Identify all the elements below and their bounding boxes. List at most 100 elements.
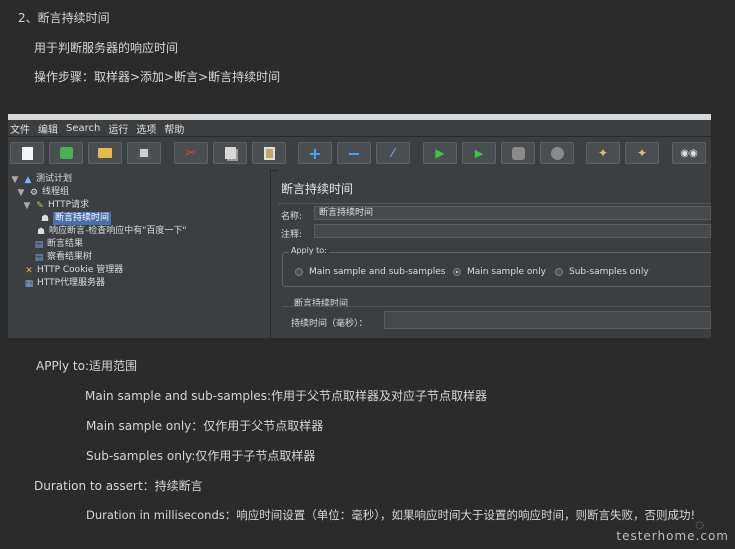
main-only-text: Main sample only：仅作用于父节点取样器 (86, 419, 324, 433)
watermark: ◌ testerhome.com (616, 520, 729, 543)
section-heading: 2、断言持续时间 (18, 11, 110, 25)
start-icon: ▶ (435, 146, 445, 160)
menu-help[interactable]: 帮助 (164, 121, 184, 136)
panel-title: 断言持续时间 (281, 182, 354, 196)
tree-item-thread-group[interactable]: ▼ ⚙ 线程组 (16, 186, 69, 199)
radio-circle-selected (453, 268, 461, 276)
comment-label: 注释: (281, 230, 303, 240)
menu-bar: 文件 编辑 Search 运行 选项 帮助 (8, 120, 711, 137)
main-and-sub-text: Main sample and sub-samples:作用于父节点取样器及对应… (85, 389, 488, 403)
expand-arrow-icon[interactable]: ▼ (16, 188, 26, 198)
paste-icon (263, 146, 275, 160)
tree-item-http-request[interactable]: ▼ ✎ HTTP请求 (22, 199, 90, 212)
tree-label: 线程组 (42, 187, 70, 197)
purpose-text: 用于判断服务器的响应时间 (34, 41, 179, 55)
tree-item-view-results-tree[interactable]: ▤ 察看结果树 (34, 251, 92, 264)
proxy-icon: ▦ (24, 278, 34, 289)
radio-main-only[interactable]: Main sample only (453, 267, 546, 277)
clear-icon: ✦ (597, 146, 609, 160)
stop-button[interactable] (501, 142, 535, 164)
tree-item-duration-assertion[interactable]: ☗ 断言持续时间 (40, 212, 112, 225)
menu-edit[interactable]: 编辑 (38, 121, 58, 136)
assertion-icon: ☗ (36, 226, 46, 237)
copy-button[interactable] (213, 142, 247, 164)
jmeter-screenshot: 文件 编辑 Search 运行 选项 帮助 ✂ + − ⁄ ▶ ▶ ✦ ✦ ◉◉… (8, 114, 711, 338)
shutdown-button[interactable] (540, 142, 574, 164)
radio-label: Main sample only (467, 267, 546, 277)
duration-to-assert-text: Duration to assert：持续断言 (34, 479, 203, 493)
new-button[interactable] (10, 142, 44, 164)
apply-to-legend: Apply to: (289, 246, 329, 255)
cut-button[interactable]: ✂ (174, 142, 208, 164)
menu-run[interactable]: 运行 (108, 121, 128, 136)
expand-arrow-icon[interactable]: ▼ (10, 175, 20, 185)
http-sampler-icon: ✎ (36, 200, 44, 211)
sub-only-text: Sub-samples only:仅作用于子节点取样器 (86, 449, 316, 463)
collapse-icon: − (347, 143, 361, 163)
tree-label: HTTP Cookie 管理器 (37, 265, 124, 275)
templates-button[interactable] (49, 142, 83, 164)
toggle-icon: ⁄ (391, 146, 394, 160)
apply-to-group: Apply to: Main sample and sub-samples Ma… (282, 246, 711, 287)
stop-icon (511, 146, 525, 160)
listener-icon: ▤ (34, 239, 44, 250)
expand-arrow-icon[interactable]: ▼ (22, 201, 32, 211)
search-button[interactable]: ◉◉ (672, 142, 706, 164)
save-icon (138, 147, 150, 159)
open-button[interactable] (88, 142, 122, 164)
cookie-manager-icon: ✕ (25, 265, 33, 276)
tree-label: 响应断言-检查响应中有"百度一下" (49, 226, 187, 236)
menu-search[interactable]: Search (66, 123, 100, 134)
test-plan-tree: ▼ ▲ 测试计划 ▼ ⚙ 线程组 ▼ ✎ HTTP请求 ☗ 断言持续时间 ☗ 响应断言-检查响应… (8, 170, 271, 338)
copy-icon (224, 147, 236, 159)
test-plan-icon: ▲ (24, 174, 32, 185)
tree-item-response-assertion[interactable]: ☗ 响应断言-检查响应中有"百度一下" (36, 225, 187, 238)
tree-item-proxy-server[interactable]: ▦ HTTP代理服务器 (24, 277, 105, 290)
name-field[interactable]: 断言持续时间 (314, 206, 711, 220)
save-button[interactable] (127, 142, 161, 164)
duration-label: 持续时间（毫秒）： (291, 319, 368, 329)
apply-to-text: APPly to:适用范围 (36, 359, 138, 373)
expand-icon: + (308, 143, 322, 163)
radio-circle (555, 268, 563, 276)
radio-sub-only[interactable]: Sub-samples only (555, 267, 649, 277)
toggle-button[interactable]: ⁄ (376, 142, 410, 164)
menu-options[interactable]: 选项 (136, 121, 156, 136)
search-icon: ◉◉ (680, 147, 698, 159)
radio-circle (295, 268, 303, 276)
comment-field[interactable] (314, 224, 711, 238)
tree-label: 断言持续时间 (53, 212, 112, 225)
tree-label: 察看结果树 (47, 252, 93, 262)
start-no-pause-button[interactable]: ▶ (462, 142, 496, 164)
divider (278, 203, 711, 204)
clear-all-icon: ✦ (636, 146, 648, 160)
tree-item-assertion-results[interactable]: ▤ 断言结果 (34, 238, 83, 251)
assertion-panel: 断言持续时间 名称: 断言持续时间 注释: Apply to: Main sam… (278, 170, 711, 338)
radio-main-and-sub[interactable]: Main sample and sub-samples (295, 267, 446, 277)
open-icon (98, 148, 112, 158)
duration-field[interactable] (384, 311, 711, 329)
radio-label: Sub-samples only (569, 267, 649, 277)
menu-file[interactable]: 文件 (10, 121, 30, 136)
tree-label: HTTP请求 (48, 200, 90, 210)
shutdown-icon (550, 146, 564, 160)
templates-icon (59, 147, 73, 159)
expand-button[interactable]: + (298, 142, 332, 164)
clear-button[interactable]: ✦ (586, 142, 620, 164)
tree-label: 测试计划 (36, 174, 73, 184)
new-icon (21, 146, 33, 160)
clear-all-button[interactable]: ✦ (625, 142, 659, 164)
tree-item-test-plan[interactable]: ▼ ▲ 测试计划 (10, 173, 72, 186)
tree-item-cookie-manager[interactable]: ✕ HTTP Cookie 管理器 (24, 264, 123, 277)
collapse-button[interactable]: − (337, 142, 371, 164)
assertion-icon: ☗ (40, 213, 50, 224)
cut-icon: ✂ (185, 145, 197, 161)
start-button[interactable]: ▶ (423, 142, 457, 164)
radio-label: Main sample and sub-samples (309, 267, 446, 277)
thread-group-icon: ⚙ (29, 187, 39, 198)
duration-ms-text: Duration in milliseconds：响应时间设置（单位：毫秒），如… (86, 508, 696, 522)
tree-label: HTTP代理服务器 (37, 278, 106, 288)
start-no-pause-icon: ▶ (474, 146, 484, 160)
paste-button[interactable] (252, 142, 286, 164)
watermark-text: testerhome.com (616, 529, 729, 543)
